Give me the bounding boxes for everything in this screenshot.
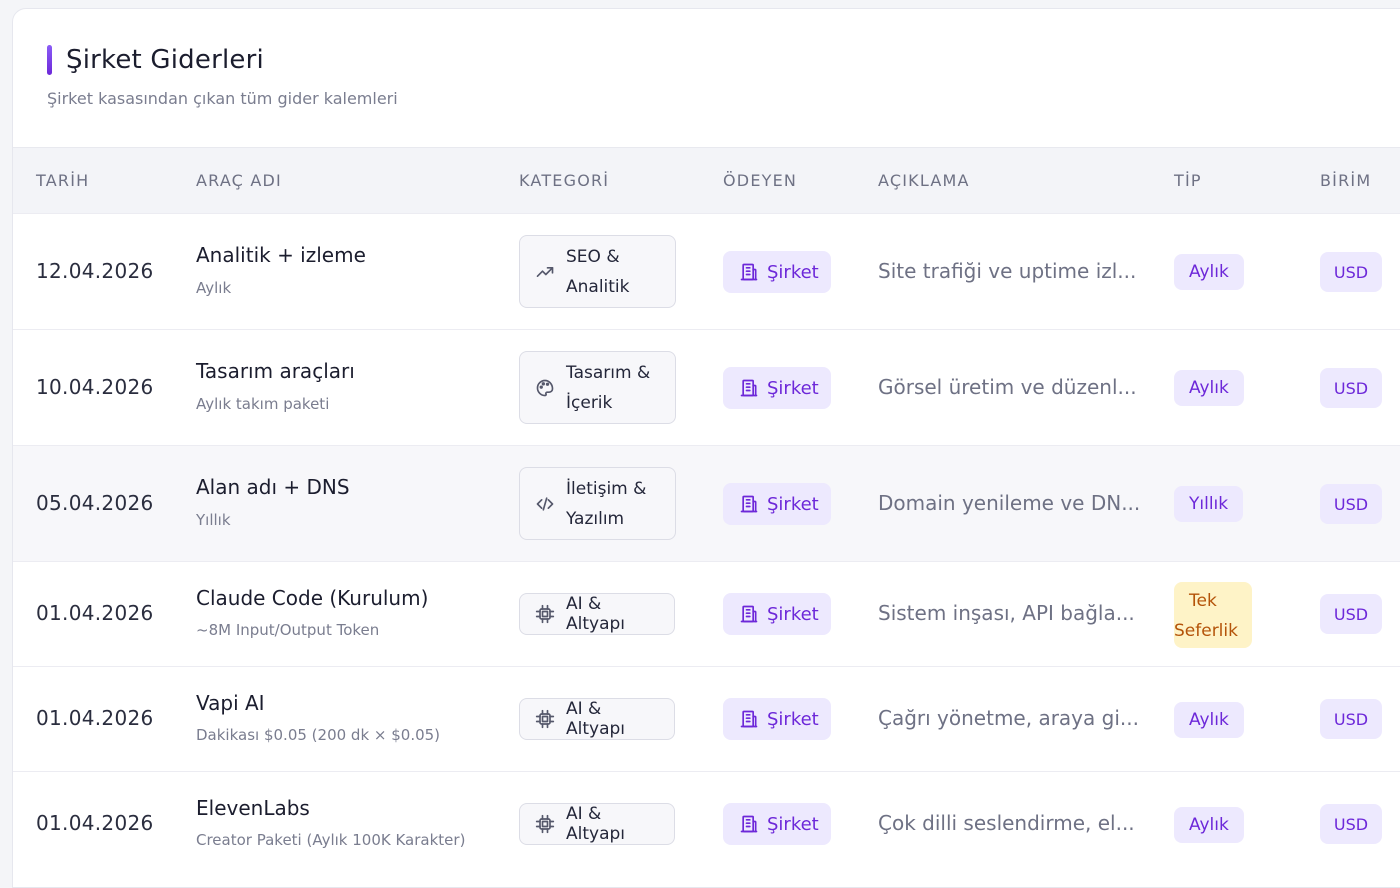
payer-badge[interactable]: Şirket	[723, 698, 831, 740]
payer-badge[interactable]: Şirket	[723, 367, 831, 409]
row-description: Çağrı yönetme, araya gi...	[878, 706, 1139, 730]
table-row[interactable]: 01.04.2026 Vapi AI Dakikası $0.05 (200 d…	[13, 666, 1400, 771]
payer-label: Şirket	[767, 261, 819, 283]
category-label: AI & Altyapı	[566, 699, 626, 739]
table-row[interactable]: 05.04.2026 Alan adı + DNS Yıllık İletişi…	[13, 445, 1400, 561]
palette-icon	[534, 377, 556, 399]
trending-up-icon	[534, 261, 556, 283]
payer-label: Şirket	[767, 708, 819, 730]
card-header: Şirket Giderleri Şirket kasasından çıkan…	[13, 9, 1400, 147]
category-label-line2: Analitik	[566, 276, 630, 297]
unit-badge: USD	[1320, 804, 1382, 844]
building-icon	[739, 814, 759, 834]
tool-name: Analitik + izleme	[196, 243, 366, 267]
type-badge: Aylık	[1174, 370, 1244, 406]
tool-name: ElevenLabs	[196, 796, 310, 820]
table-row[interactable]: 01.04.2026 Claude Code (Kurulum) ~8M Inp…	[13, 561, 1400, 666]
building-icon	[739, 709, 759, 729]
category-chip[interactable]: Tasarım & İçerik	[519, 351, 676, 424]
category-label-line2: İçerik	[566, 392, 613, 413]
row-date: 01.04.2026	[36, 811, 154, 835]
table-row[interactable]: 12.04.2026 Analitik + izleme Aylık SEO &…	[13, 213, 1400, 329]
unit-badge: USD	[1320, 484, 1382, 524]
category-label-line2: Yazılım	[566, 508, 625, 529]
type-badge-line1: Tek	[1189, 591, 1217, 611]
unit-badge: USD	[1320, 252, 1382, 292]
building-icon	[739, 604, 759, 624]
category-chip[interactable]: AI & Altyapı	[519, 698, 675, 740]
type-badge-one-time: Tek Seferlik	[1174, 582, 1252, 648]
page-title: Şirket Giderleri	[66, 45, 264, 75]
row-description: Domain yenileme ve DN...	[878, 491, 1141, 515]
row-date: 12.04.2026	[36, 259, 154, 283]
tool-subtitle: Yıllık	[196, 511, 231, 529]
column-header-unit[interactable]: BİRİM	[1320, 171, 1371, 190]
building-icon	[739, 262, 759, 282]
unit-badge: USD	[1320, 368, 1382, 408]
cpu-icon	[534, 603, 556, 625]
tool-name: Vapi AI	[196, 691, 265, 715]
row-description: Sistem inşası, API bağla...	[878, 601, 1135, 625]
payer-label: Şirket	[767, 377, 819, 399]
column-header-date[interactable]: TARİH	[36, 171, 89, 190]
category-chip[interactable]: AI & Altyapı	[519, 803, 675, 845]
tool-subtitle: ~8M Input/Output Token	[196, 621, 380, 639]
category-label: AI & Altyapı	[566, 804, 626, 844]
row-description: Çok dilli seslendirme, el...	[878, 811, 1135, 835]
tool-name: Claude Code (Kurulum)	[196, 586, 429, 610]
tool-name: Alan adı + DNS	[196, 475, 350, 499]
unit-badge: USD	[1320, 699, 1382, 739]
tool-subtitle: Creator Paketi (Aylık 100K Karakter)	[196, 831, 466, 849]
table-header: TARİH ARAÇ ADI KATEGORİ ÖDEYEN AÇIKLAMA …	[13, 147, 1400, 213]
type-badge: Aylık	[1174, 807, 1244, 843]
category-chip[interactable]: SEO & Analitik	[519, 235, 676, 308]
building-icon	[739, 378, 759, 398]
row-description: Görsel üretim ve düzenl...	[878, 375, 1137, 399]
column-header-tool[interactable]: ARAÇ ADI	[196, 171, 282, 190]
payer-badge[interactable]: Şirket	[723, 251, 831, 293]
category-chip[interactable]: AI & Altyapı	[519, 593, 675, 635]
row-date: 01.04.2026	[36, 706, 154, 730]
unit-badge: USD	[1320, 594, 1382, 634]
type-badge-line2: Seferlik	[1174, 621, 1238, 641]
category-label-line1: Tasarım &	[566, 362, 651, 383]
tool-subtitle: Dakikası $0.05 (200 dk × $0.05)	[196, 726, 441, 744]
type-badge: Aylık	[1174, 254, 1244, 290]
column-header-payer[interactable]: ÖDEYEN	[723, 171, 797, 190]
row-date: 01.04.2026	[36, 601, 154, 625]
table-row[interactable]: 10.04.2026 Tasarım araçları Aylık takım …	[13, 329, 1400, 445]
category-chip[interactable]: İletişim & Yazılım	[519, 467, 676, 540]
building-icon	[739, 494, 759, 514]
title-accent-bar	[47, 45, 52, 75]
category-label-line1: İletişim &	[566, 478, 647, 499]
payer-badge[interactable]: Şirket	[723, 803, 831, 845]
payer-badge[interactable]: Şirket	[723, 593, 831, 635]
category-label-line1: SEO &	[566, 246, 620, 267]
page-subtitle: Şirket kasasından çıkan tüm gider kaleml…	[47, 89, 398, 108]
expenses-card: Şirket Giderleri Şirket kasasından çıkan…	[12, 8, 1400, 888]
payer-label: Şirket	[767, 813, 819, 835]
row-date: 10.04.2026	[36, 375, 154, 399]
row-description: Site trafiği ve uptime izl...	[878, 259, 1137, 283]
cpu-icon	[534, 813, 556, 835]
payer-label: Şirket	[767, 603, 819, 625]
column-header-type[interactable]: TİP	[1174, 171, 1202, 190]
code-icon	[534, 493, 556, 515]
tool-subtitle: Aylık takım paketi	[196, 395, 330, 413]
column-header-description[interactable]: AÇIKLAMA	[878, 171, 970, 190]
payer-label: Şirket	[767, 493, 819, 515]
tool-subtitle: Aylık	[196, 279, 232, 297]
cpu-icon	[534, 708, 556, 730]
type-badge: Yıllık	[1174, 486, 1244, 522]
tool-name: Tasarım araçları	[196, 359, 355, 383]
category-label: AI & Altyapı	[566, 594, 626, 634]
row-date: 05.04.2026	[36, 491, 154, 515]
table-row[interactable]: 01.04.2026 ElevenLabs Creator Paketi (Ay…	[13, 771, 1400, 876]
payer-badge[interactable]: Şirket	[723, 483, 831, 525]
column-header-category[interactable]: KATEGORİ	[519, 171, 609, 190]
type-badge: Aylık	[1174, 702, 1244, 738]
